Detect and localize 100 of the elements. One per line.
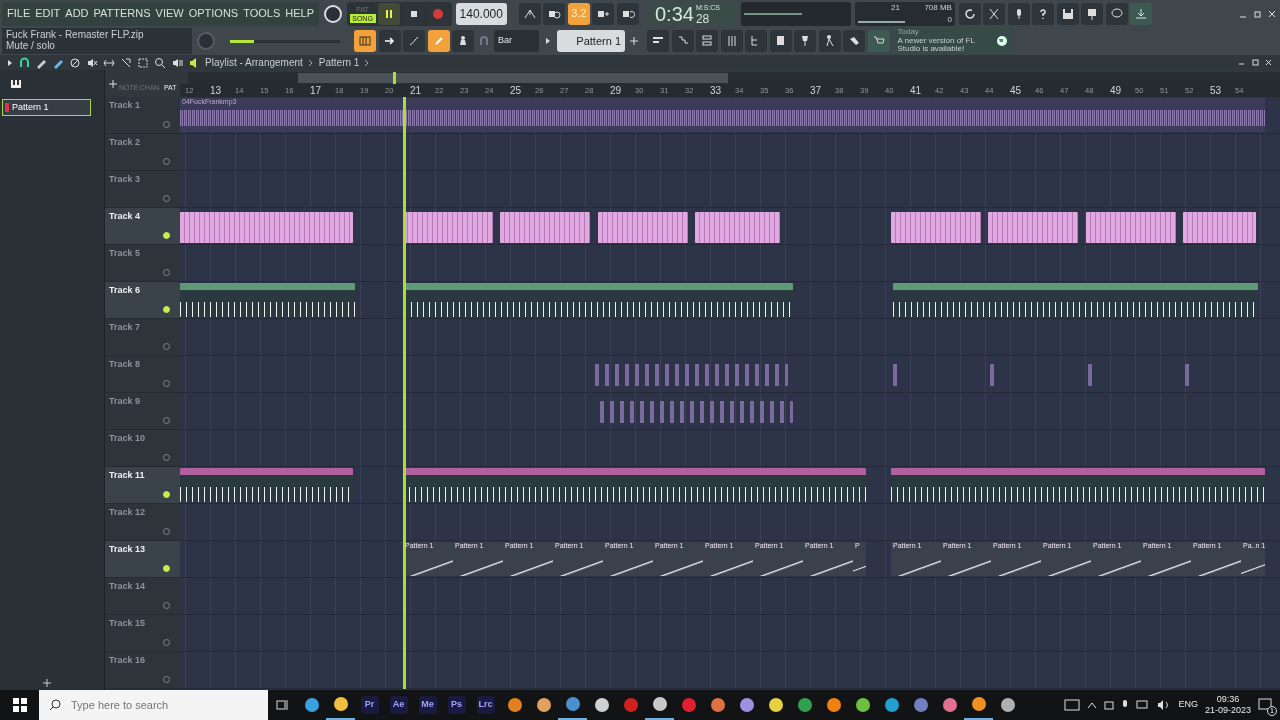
app-icon[interactable] [971,697,986,711]
wait-button[interactable] [543,2,566,25]
pattern-clip[interactable] [891,468,1265,502]
master-volume-slider[interactable] [230,39,255,43]
pattern-clip[interactable] [988,212,1078,243]
refresh-icon-button[interactable] [958,2,981,25]
app-icon[interactable] [652,697,667,711]
pattern-selector[interactable]: Pattern 1 [557,30,625,52]
breadcrumb-link[interactable]: Pattern 1 [318,55,360,70]
menu-item[interactable]: EDIT [35,5,61,22]
pattern-clip[interactable] [597,212,688,243]
pattern-clip[interactable] [180,468,353,502]
plugin-button[interactable] [794,30,816,52]
language-indicator[interactable]: ENG [1178,698,1198,712]
step-edit-button[interactable] [592,2,615,25]
menu-item[interactable]: VIEW [155,5,184,22]
restore-icon[interactable] [1249,57,1261,68]
app-icon[interactable] [594,698,609,712]
arrow-right-icon[interactable] [6,57,14,68]
menu-item[interactable]: HELP [285,5,315,22]
piano-roll-button[interactable] [671,30,694,52]
track-header[interactable]: Track 13 [105,541,180,578]
stamp-button[interactable] [452,30,474,52]
piano-icon[interactable] [10,78,22,89]
slice-icon[interactable] [120,56,132,69]
playlist-button[interactable] [647,30,669,52]
task-view-icon[interactable] [275,698,289,712]
track-header[interactable]: Track 4 [105,208,180,245]
link-button[interactable] [427,30,450,52]
scrollbar-thumb[interactable] [298,73,728,83]
figure-button[interactable] [818,30,841,52]
mixer-button[interactable] [720,30,743,52]
app-icon[interactable]: Ae [389,696,408,714]
app-icon[interactable]: Lrc [476,696,495,714]
pattern-list-item[interactable]: Pattern 1 [2,99,91,116]
channel-rack-button[interactable] [696,30,718,52]
pattern-clip[interactable] [180,212,353,243]
magnet-icon[interactable] [19,57,30,68]
zoom-icon[interactable] [154,56,166,69]
app-icon[interactable] [507,698,522,712]
pattern-clip[interactable] [405,283,793,317]
app-icon[interactable] [942,698,957,712]
app-icon[interactable] [884,698,899,712]
help-button[interactable] [1032,2,1055,25]
chat-button[interactable] [1105,2,1128,25]
pause-button[interactable] [378,2,401,25]
taskbar-button[interactable]: Lrc [471,690,500,720]
menu-item[interactable]: ADD [65,5,89,22]
tempo-display[interactable]: 140.000 [455,2,507,25]
taskbar-button[interactable]: Pr [355,690,384,720]
camera-icon[interactable] [1104,699,1115,711]
download-button[interactable] [1130,2,1153,25]
notification-icon[interactable] [1258,698,1274,712]
pattern-clip[interactable] [892,283,1258,317]
scrollbar[interactable] [188,72,1280,84]
taskbar-button[interactable]: Ae [384,690,413,720]
pattern-clip[interactable] [403,468,866,502]
pages-button[interactable] [769,30,792,52]
metronome-icon-button[interactable] [518,2,541,25]
save-as-button[interactable] [1081,2,1104,25]
news-panel[interactable]: Today A newer version of FL Studio is available! [893,28,1012,54]
app-icon[interactable]: Me [418,696,437,714]
pattern-clip[interactable] [180,283,355,317]
loop-record-button[interactable] [616,2,639,25]
menu-item[interactable]: TOOLS [243,5,281,22]
pattern-grid-button[interactable] [354,30,376,52]
pattern-clip[interactable] [1185,364,1190,386]
plus-icon[interactable] [42,678,52,688]
app-icon[interactable]: Ps [447,696,466,714]
menu-item[interactable]: PATTERNS [93,5,151,22]
clock-date[interactable]: 21-09-2023 [1204,705,1251,716]
app-icon[interactable] [710,698,725,712]
taskbar-button[interactable]: Ps [442,690,471,720]
search-box[interactable]: Type here to search [39,690,268,720]
news-icon[interactable] [1064,699,1081,711]
pattern-clip[interactable] [1183,212,1256,243]
pattern-clip[interactable] [500,212,590,243]
scissors-button[interactable] [983,2,1006,25]
search-field[interactable]: Type here to search [69,695,219,715]
microphone-button[interactable] [1007,2,1030,25]
plus-icon[interactable] [629,35,639,47]
app-icon[interactable] [826,698,841,712]
delete-icon[interactable] [69,56,81,69]
menu-item[interactable]: FILE [7,5,31,22]
app-icon[interactable] [768,698,783,712]
track-header[interactable]: Track 11 [105,467,180,504]
pattern-clip[interactable] [1087,364,1093,386]
arrow-right-button[interactable] [378,30,401,52]
taskbar-button[interactable]: Me [413,690,442,720]
chevron-up-icon[interactable] [1087,701,1098,709]
speaker-icon[interactable] [171,56,183,69]
mute-icon[interactable] [86,56,98,69]
select-icon[interactable] [137,56,149,69]
app-icon[interactable] [913,698,928,712]
app-icon[interactable]: Pr [360,696,379,714]
pattern-clip[interactable] [695,212,780,243]
close-icon[interactable] [1263,57,1274,68]
menu-item[interactable]: OPTIONS [188,5,239,22]
cart-button[interactable] [867,30,890,52]
app-icon[interactable] [1000,698,1015,712]
